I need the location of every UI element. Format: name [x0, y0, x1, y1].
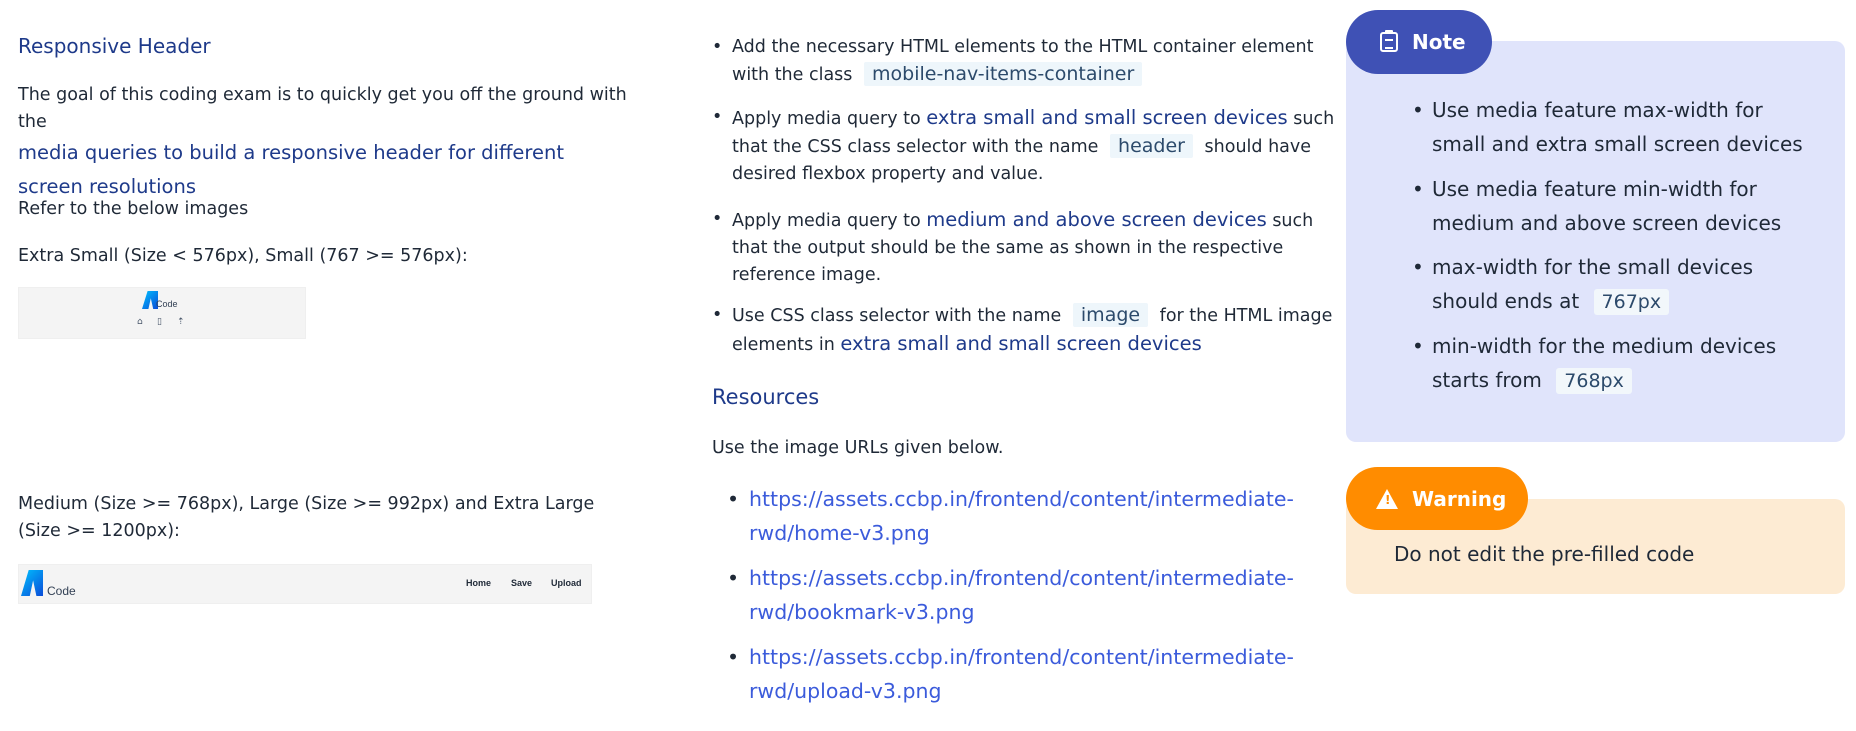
note-item-text: Use media feature max-width for small an…: [1432, 98, 1803, 156]
note-item: min-width for the medium devices starts …: [1412, 329, 1812, 398]
inline-code: image: [1072, 303, 1149, 327]
bookmark-image-link[interactable]: https://assets.ccbp.in/frontend/content/…: [749, 566, 1294, 624]
inline-code: header: [1110, 134, 1193, 158]
bookmark-icon: ▯: [157, 317, 162, 327]
resource-link-item: https://assets.ccbp.in/frontend/content/…: [727, 482, 1295, 550]
medium-label: Medium (Size >= 768px), Large (Size >= 9…: [18, 494, 595, 541]
small-screen-preview-image: Code ⌂ ▯ ⇡: [18, 287, 306, 339]
note-item: Use media feature min-width for medium a…: [1412, 172, 1812, 240]
note-item: Use media feature max-width for small an…: [1412, 93, 1812, 161]
item-highlight: extra small and small screen devices: [926, 106, 1288, 129]
home-icon: ⌂: [137, 317, 143, 327]
warning-icon: !: [1376, 488, 1398, 509]
item-highlight: extra small and small screen devices: [840, 332, 1202, 355]
list-item: Apply media query to medium and above sc…: [712, 206, 1338, 289]
resource-link-item: https://assets.ccbp.in/frontend/content/…: [727, 561, 1295, 629]
preview-logo-text: Code: [47, 584, 76, 598]
item-highlight: medium and above screen devices: [926, 208, 1267, 231]
warning-badge: ! Warning: [1346, 467, 1528, 530]
list-item: Add the necessary HTML elements to the H…: [712, 34, 1338, 89]
warning-label: Warning: [1412, 486, 1507, 511]
intro-paragraph: The goal of this coding exam is to quick…: [18, 82, 638, 204]
extra-small-label: Extra Small (Size < 576px), Small (767 >…: [18, 246, 468, 266]
section-title: Responsive Header: [18, 34, 211, 58]
preview-nav-upload: Upload: [551, 578, 582, 588]
logo-icon: [21, 570, 43, 596]
inline-code: mobile-nav-items-container: [864, 62, 1143, 86]
intro-text: The goal of this coding exam is to quick…: [18, 85, 627, 132]
inline-code: 768px: [1556, 368, 1632, 394]
note-badge: Note: [1346, 10, 1492, 74]
note-item-text: Use media feature min-width for medium a…: [1432, 177, 1782, 235]
note-label: Note: [1412, 30, 1466, 54]
resource-link-item: https://assets.ccbp.in/frontend/content/…: [727, 640, 1295, 708]
resources-intro: Use the image URLs given below.: [712, 438, 1004, 458]
home-image-link[interactable]: https://assets.ccbp.in/frontend/content/…: [749, 487, 1294, 545]
warning-text: Do not edit the pre-filled code: [1394, 542, 1695, 566]
inline-code: 767px: [1593, 289, 1670, 315]
note-item: max-width for the small devices should e…: [1412, 250, 1812, 319]
preview-nav-save: Save: [511, 578, 533, 588]
list-item: Use CSS class selector with the name ima…: [712, 302, 1338, 359]
refer-text: Refer to the below images: [18, 199, 249, 219]
item-text: Apply media query to: [732, 109, 921, 129]
upload-image-link[interactable]: https://assets.ccbp.in/frontend/content/…: [749, 645, 1294, 703]
preview-logo-text: Code: [156, 299, 178, 309]
intro-highlight: media queries to build a responsive head…: [18, 141, 564, 198]
item-text: Apply media query to: [732, 211, 921, 231]
note-item-text: max-width for the small devices should e…: [1432, 255, 1754, 313]
item-text: Use CSS class selector with the name: [732, 306, 1062, 326]
upload-icon: ⇡: [177, 317, 185, 327]
preview-nav-home: Home: [466, 578, 492, 588]
clipboard-icon: [1380, 30, 1398, 52]
list-item: Apply media query to extra small and sma…: [712, 104, 1338, 188]
medium-screen-preview-image: Code Home Save Upload: [18, 564, 592, 604]
resources-title: Resources: [712, 385, 820, 409]
